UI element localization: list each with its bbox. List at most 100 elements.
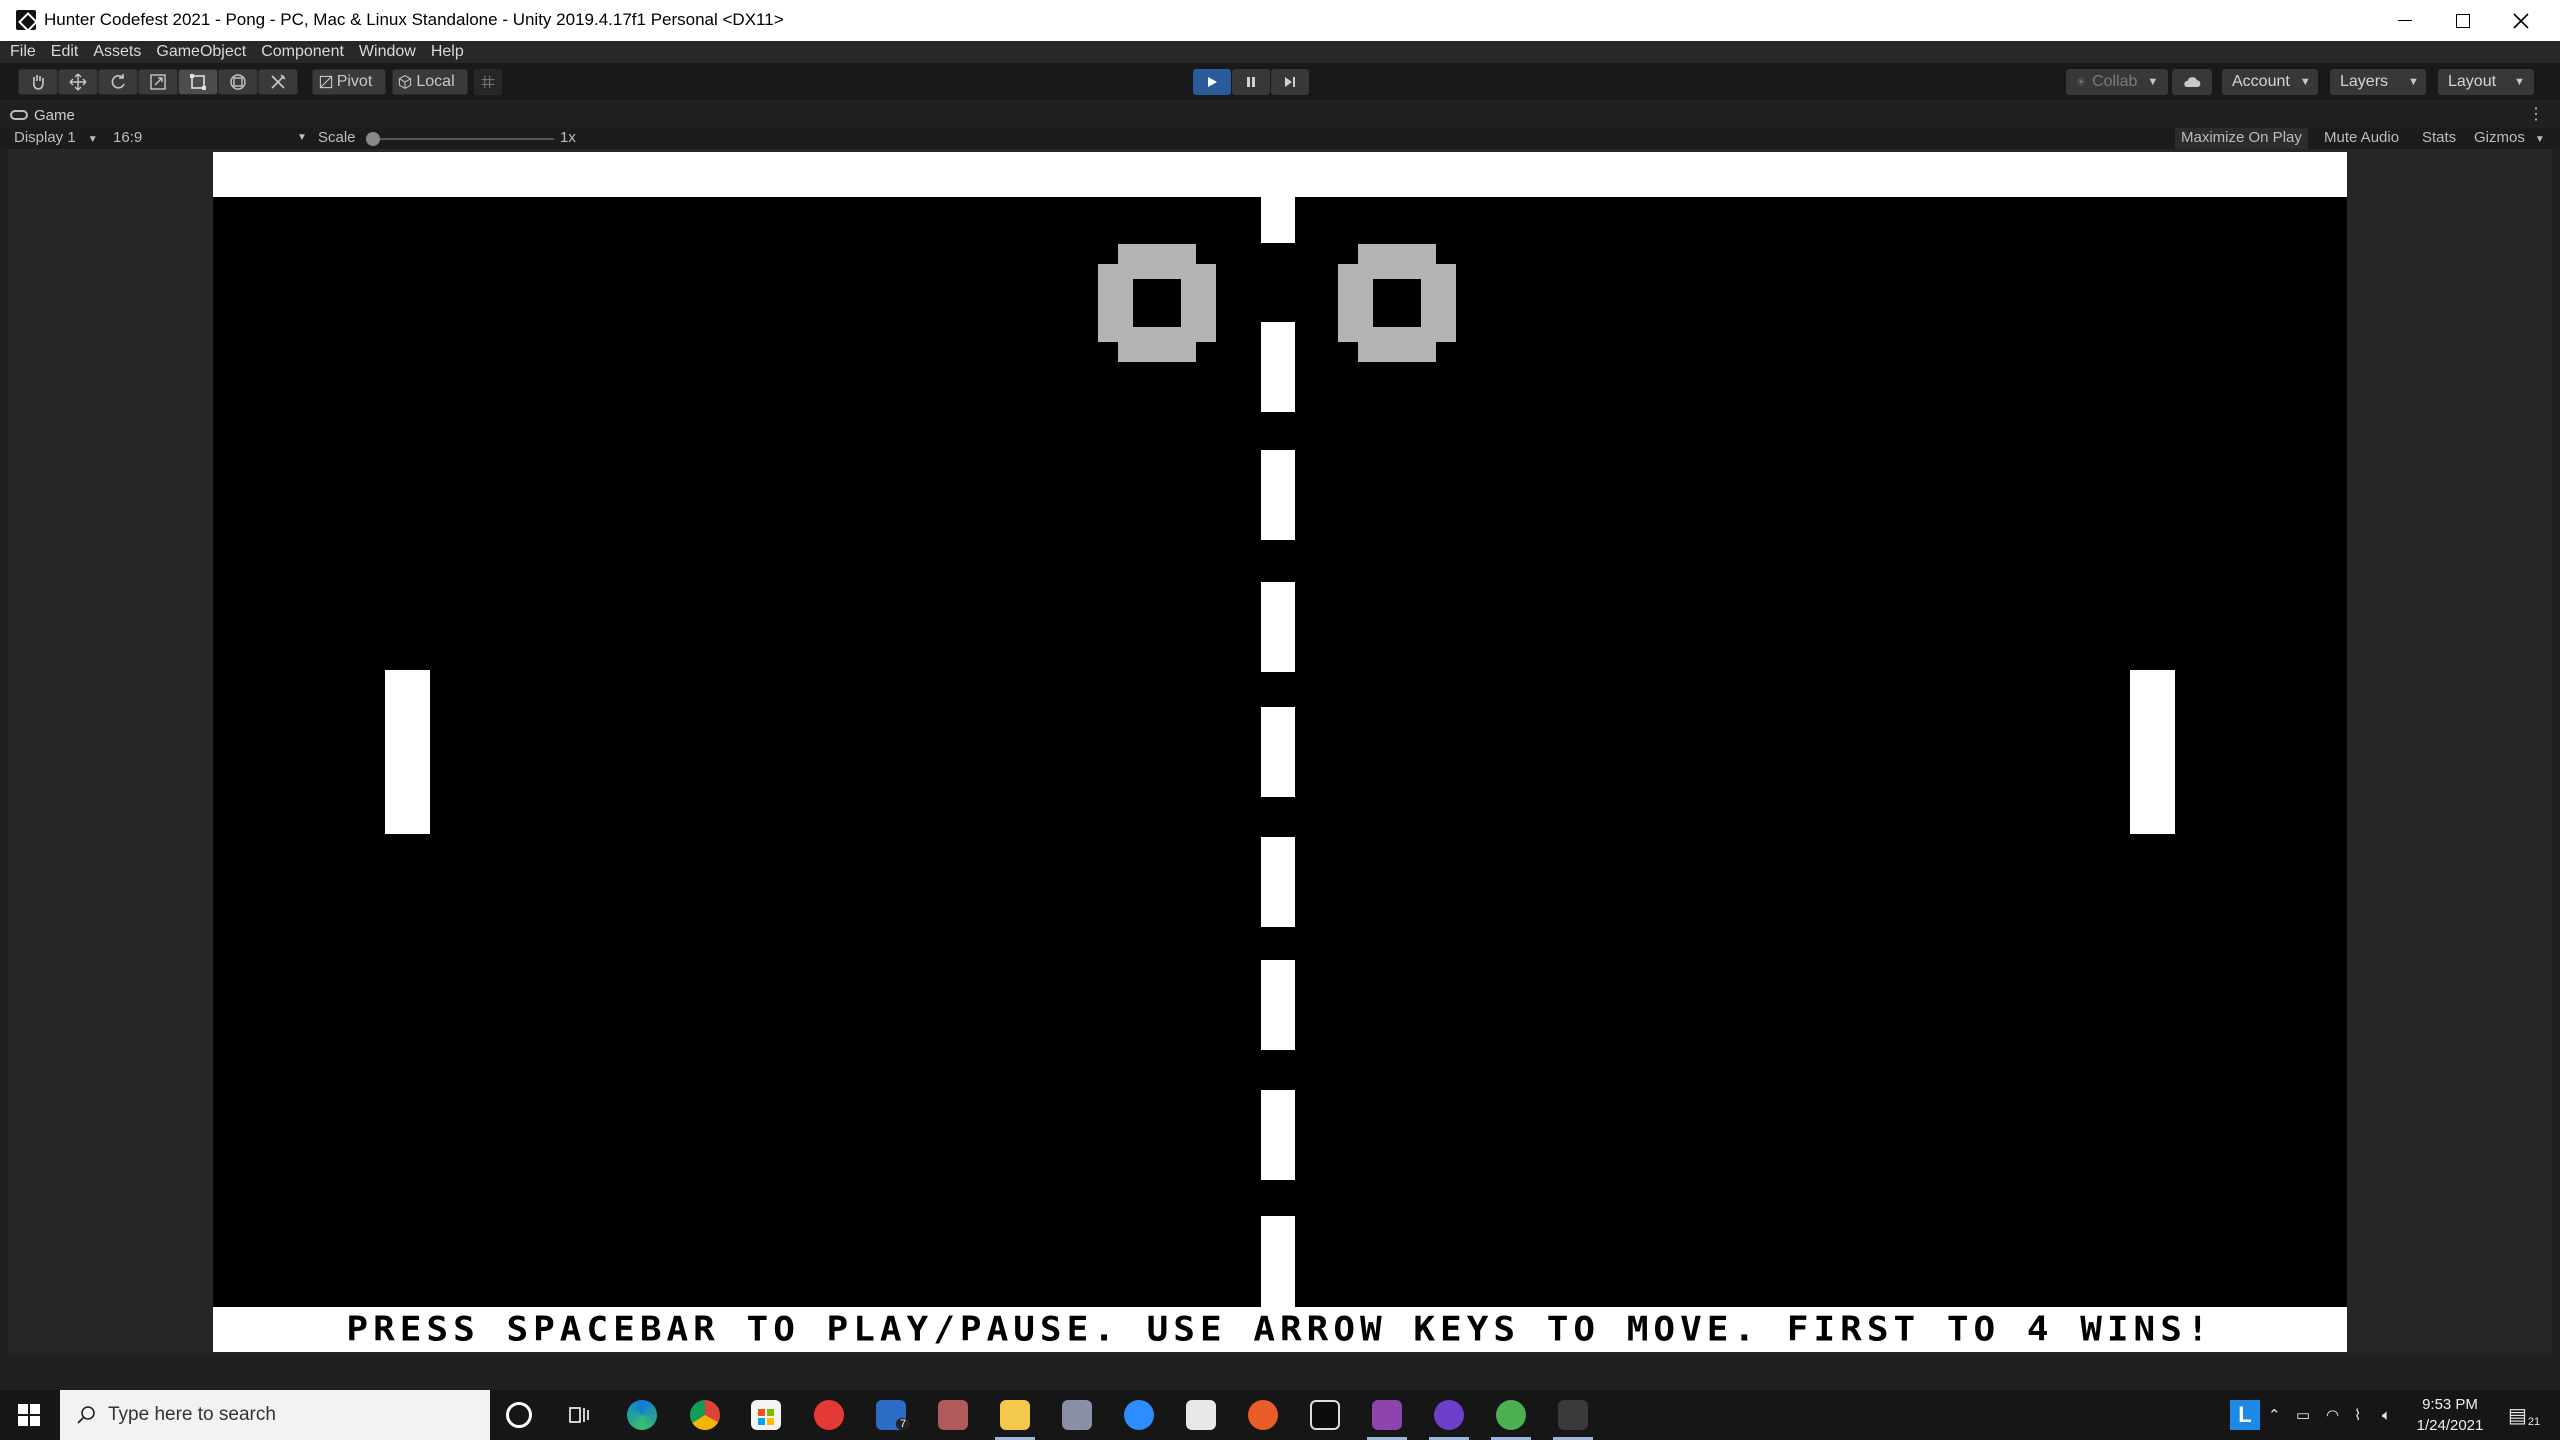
mute-audio-toggle[interactable]: Mute Audio [2318,128,2405,149]
tray-device-icon[interactable]: ▭ [2296,1390,2310,1440]
pivot-label: Pivot [336,73,373,90]
left-score: 0 [1098,244,1216,362]
title-bar: Hunter Codefest 2021 - Pong - PC, Mac & … [0,0,2560,41]
collab-dropdown[interactable]: ✳ Collab ▼ [2066,69,2169,95]
ubuntu-icon[interactable] [1248,1400,1278,1430]
terminal-icon[interactable] [1310,1400,1340,1430]
rotate-tool-button[interactable] [98,69,138,95]
menu-component[interactable]: Component [261,43,344,61]
notification-count: 21 [2527,1416,2541,1428]
hand-tool-button[interactable] [18,69,58,95]
notification-app-icon[interactable] [1372,1400,1402,1430]
scale-tool-button[interactable] [138,69,178,95]
mail-icon[interactable]: 7 [876,1400,911,1430]
pause-button[interactable] [1232,69,1270,95]
chevron-down-icon: ▼ [2514,76,2525,88]
bottom-wall: PRESS SPACEBAR TO PLAY/PAUSE. USE ARROW … [213,1307,2347,1352]
unity-editor-window: Hunter Codefest 2021 - Pong - PC, Mac & … [0,0,2560,1440]
account-dropdown[interactable]: Account ▼ [2222,69,2318,95]
network-icon[interactable]: ⌇ [2354,1390,2361,1440]
unity-taskbar-icon[interactable] [1558,1400,1588,1430]
menu-edit[interactable]: Edit [51,43,79,61]
menu-gameobject[interactable]: GameObject [156,43,246,61]
cloud-button[interactable] [2172,69,2212,95]
wrench-icon [271,74,286,89]
gizmos-dropdown[interactable]: Gizmos ▼ [2468,128,2551,149]
github-desktop-icon[interactable] [1434,1400,1464,1430]
notification-icon: ▤ [2508,1404,2527,1427]
play-button[interactable] [1193,69,1231,95]
chrome-browser-icon[interactable] [690,1400,720,1430]
menu-assets[interactable]: Assets [93,43,141,61]
grid-snap-button[interactable] [474,69,502,95]
transform-tool-button[interactable] [218,69,258,95]
pivot-toggle-button[interactable]: Pivot [312,69,386,95]
move-tool-button[interactable] [58,69,98,95]
local-toggle-button[interactable]: Local [392,69,468,95]
spotify-icon[interactable] [1496,1400,1526,1430]
tray-l-icon[interactable]: L [2230,1400,2260,1430]
file-explorer-icon[interactable] [1000,1400,1030,1430]
instructions-text: PRESS SPACEBAR TO PLAY/PAUSE. USE ARROW … [346,1310,2214,1349]
notepad-icon[interactable] [1186,1400,1216,1430]
custom-tool-button[interactable] [258,69,298,95]
pause-icon [1247,77,1255,87]
menu-file[interactable]: File [10,43,36,61]
play-icon [1208,77,1217,87]
tab-game-label: Game [34,106,75,124]
character-app-icon[interactable] [938,1400,968,1430]
move-icon [69,73,87,91]
microsoft-store-icon[interactable] [751,1400,781,1430]
center-line-dash [1261,450,1295,540]
clock-time: 9:53 PM [2422,1396,2478,1413]
app-red-icon[interactable] [814,1400,844,1430]
notifications-button[interactable]: ▤ 21 [2508,1390,2540,1440]
menu-window[interactable]: Window [359,43,416,61]
aspect-dropdown[interactable]: 16:9 ▼ [113,129,307,146]
taskbar-clock[interactable]: 9:53 PM 1/24/2021 [2410,1394,2490,1436]
close-icon [2513,12,2529,29]
snipping-tool-icon[interactable] [1062,1400,1092,1430]
minimize-button[interactable] [2376,0,2434,41]
menu-help[interactable]: Help [431,43,464,61]
volume-icon[interactable]: 🔈︎ [2382,1390,2391,1440]
close-button[interactable] [2492,0,2550,41]
maximize-on-play-toggle[interactable]: Maximize On Play [2175,128,2308,149]
tab-game[interactable]: Game [10,102,75,128]
scale-slider[interactable] [366,132,554,146]
more-options-icon[interactable]: ⋮ [2528,104,2544,124]
scale-slider-knob[interactable] [366,132,380,146]
tray-chevron-up-icon[interactable]: ⌃ [2268,1390,2281,1440]
pivot-icon [319,75,332,89]
search-placeholder: Type here to search [108,1404,276,1425]
top-wall [213,152,2347,197]
chevron-down-icon: ▼ [87,134,98,145]
local-icon [399,75,412,89]
edge-browser-icon[interactable] [627,1400,657,1430]
collab-label: Collab [2092,73,2138,90]
maximize-button[interactable] [2434,0,2492,41]
wifi-icon[interactable]: ◠ [2326,1390,2339,1440]
layers-dropdown[interactable]: Layers ▼ [2330,69,2426,95]
pong-game-screen[interactable]: 0 0 PRESS SPACEBAR TO PLAY/PAUSE. USE AR… [213,152,2347,1352]
stats-toggle[interactable]: Stats [2416,128,2462,149]
display-dropdown[interactable]: Display 1 ▼ [14,129,98,146]
left-score-digit [1098,244,1216,362]
hand-icon [33,75,44,90]
cortana-icon[interactable] [506,1402,532,1428]
layers-label: Layers [2340,73,2389,90]
center-line-dash [1261,582,1295,672]
maximize-icon [2456,13,2470,28]
task-view-icon[interactable] [564,1400,594,1430]
chevron-down-icon: ▼ [2408,76,2419,88]
taskbar-search-box[interactable]: Type here to search [60,1390,490,1440]
main-toolbar: Pivot Local ✳ Collab ▼ Account ▼ Layers … [0,63,2560,100]
rect-tool-button[interactable] [178,69,218,95]
zoom-icon[interactable] [1124,1400,1154,1430]
search-icon [77,1406,95,1424]
layout-dropdown[interactable]: Layout ▼ [2438,69,2534,95]
step-button[interactable] [1271,69,1309,95]
chevron-down-icon: ▼ [2299,76,2311,88]
center-line-dash [1261,960,1295,1050]
start-button[interactable] [0,1390,58,1440]
